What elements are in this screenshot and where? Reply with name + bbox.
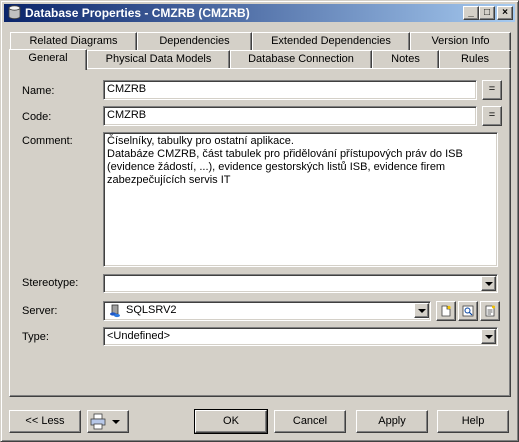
- code-equals-button[interactable]: =: [482, 106, 502, 126]
- type-label: Type:: [22, 331, 49, 343]
- stereotype-select[interactable]: [103, 274, 498, 293]
- title-bar[interactable]: Database Properties - CMZRB (CMZRB) _ □ …: [4, 4, 515, 22]
- tab-dependencies[interactable]: Dependencies: [137, 32, 252, 51]
- tab-physical-data-models[interactable]: Physical Data Models: [87, 50, 230, 69]
- select-server-button[interactable]: [458, 301, 478, 321]
- comment-textarea[interactable]: Číselníky, tabulky pro ostatní aplikace.…: [103, 132, 498, 267]
- ok-button[interactable]: OK: [194, 409, 268, 434]
- help-button[interactable]: Help: [437, 410, 509, 433]
- server-label: Server:: [22, 305, 58, 317]
- window-title: Database Properties - CMZRB (CMZRB): [25, 6, 250, 20]
- database-icon: [8, 5, 21, 20]
- tab-rules[interactable]: Rules: [439, 50, 511, 69]
- tab-notes[interactable]: Notes: [372, 50, 439, 69]
- tab-extended-dependencies[interactable]: Extended Dependencies: [252, 32, 410, 51]
- comment-label: Comment:: [22, 135, 73, 147]
- server-value: SQLSRV2: [126, 304, 177, 316]
- close-button[interactable]: ×: [497, 6, 513, 20]
- server-properties-button[interactable]: [480, 301, 500, 321]
- maximize-button[interactable]: □: [479, 6, 495, 20]
- new-server-button[interactable]: [436, 301, 456, 321]
- properties-icon: [485, 305, 495, 317]
- tab-general[interactable]: General: [9, 49, 87, 70]
- name-field[interactable]: CMZRB: [103, 80, 477, 100]
- properties-dialog: Database Properties - CMZRB (CMZRB) _ □ …: [0, 0, 519, 442]
- less-button[interactable]: << Less: [9, 410, 81, 433]
- name-equals-button[interactable]: =: [482, 80, 502, 100]
- stereotype-label: Stereotype:: [22, 277, 79, 289]
- print-menu-button[interactable]: [87, 410, 129, 433]
- code-field[interactable]: CMZRB: [103, 106, 477, 126]
- chevron-down-icon[interactable]: [481, 276, 496, 291]
- browse-icon: [462, 305, 474, 317]
- server-icon: [110, 304, 120, 318]
- type-value: <Undefined>: [107, 330, 170, 342]
- new-document-icon: [441, 305, 451, 317]
- minimize-button[interactable]: _: [463, 6, 479, 20]
- printer-icon: [90, 413, 120, 430]
- cancel-button[interactable]: Cancel: [274, 410, 346, 433]
- tab-database-connection[interactable]: Database Connection: [230, 50, 372, 69]
- code-label: Code:: [22, 111, 52, 123]
- apply-button[interactable]: Apply: [356, 410, 428, 433]
- chevron-down-icon[interactable]: [481, 329, 496, 344]
- tab-version-info[interactable]: Version Info: [410, 32, 511, 51]
- server-select[interactable]: SQLSRV2: [103, 301, 431, 321]
- type-select[interactable]: <Undefined>: [103, 327, 498, 346]
- chevron-down-icon[interactable]: [414, 303, 429, 318]
- name-label: Name:: [22, 85, 55, 97]
